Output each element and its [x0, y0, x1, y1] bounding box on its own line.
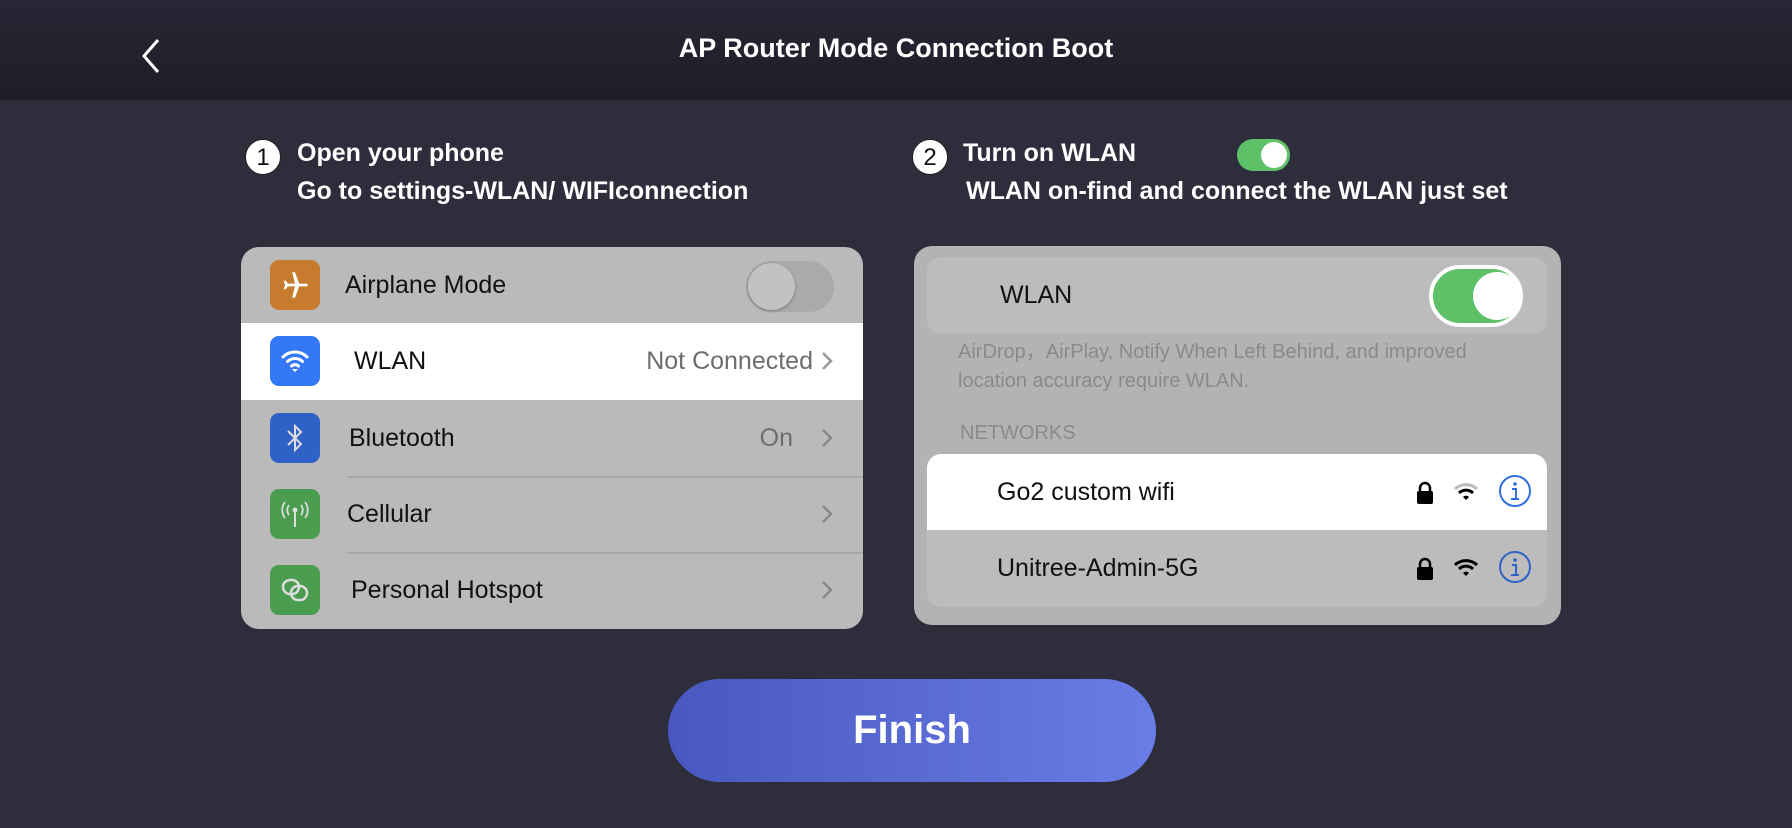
networks-list: Go2 custom wifi Unitree-Admin-5G [927, 454, 1547, 607]
settings-row-airplane-mode[interactable]: Airplane Mode [241, 247, 863, 323]
step2-wlan-toggle[interactable] [1237, 139, 1290, 171]
info-icon[interactable] [1498, 550, 1532, 584]
finish-button[interactable]: Finish [668, 679, 1156, 782]
network-name: Go2 custom wifi [997, 478, 1175, 506]
page-title: AP Router Mode Connection Boot [678, 33, 1114, 63]
settings-label: Bluetooth [349, 424, 455, 452]
settings-row-cellular[interactable]: Cellular [241, 476, 863, 552]
step-number-2: 2 [912, 139, 948, 175]
wlan-toggle[interactable] [1429, 265, 1523, 327]
chevron-right-icon [822, 352, 833, 370]
bluetooth-icon [270, 413, 320, 463]
step1-subtitle: Go to settings-WLAN/ WIFIconnection [297, 177, 749, 205]
wifi-signal-icon [1453, 483, 1479, 500]
settings-row-wlan[interactable]: WLAN Not Connected [241, 323, 863, 400]
step2-subtitle: WLAN on-find and connect the WLAN just s… [966, 177, 1508, 205]
chevron-right-icon [822, 429, 833, 447]
info-icon[interactable] [1498, 474, 1532, 508]
wifi-signal-icon [1453, 559, 1479, 576]
wlan-label: WLAN [1000, 281, 1073, 309]
settings-row-bluetooth[interactable]: Bluetooth On [241, 400, 863, 476]
wlan-settings-panel: WLAN AirDrop，AirPlay, Notify When Left B… [914, 246, 1561, 625]
wlan-note: AirDrop，AirPlay, Notify When Left Behind… [958, 341, 1467, 392]
settings-label: Cellular [347, 500, 432, 528]
step2-title: Turn on WLAN [963, 139, 1137, 167]
step-number-1: 1 [245, 139, 281, 175]
step1-title: Open your phone [297, 139, 504, 167]
network-item[interactable]: Go2 custom wifi [927, 454, 1547, 530]
settings-label: Personal Hotspot [351, 576, 543, 604]
settings-label: WLAN [354, 347, 427, 375]
antenna-icon [270, 489, 320, 539]
wlan-status: Not Connected [646, 347, 813, 375]
chevron-right-icon [822, 505, 833, 523]
lock-icon [1417, 481, 1433, 504]
lock-icon [1417, 557, 1433, 580]
airplane-mode-toggle[interactable] [746, 261, 834, 312]
airplane-icon [270, 260, 320, 310]
network-item[interactable]: Unitree-Admin-5G [927, 530, 1547, 607]
wifi-icon [270, 336, 320, 386]
networks-header: NETWORKS [960, 422, 1076, 444]
hotspot-icon [270, 565, 320, 615]
network-name: Unitree-Admin-5G [997, 554, 1199, 582]
chevron-right-icon [822, 581, 833, 599]
wlan-row: WLAN [927, 257, 1547, 334]
settings-label: Airplane Mode [345, 271, 507, 299]
settings-row-personal-hotspot[interactable]: Personal Hotspot [241, 552, 863, 629]
phone-settings-panel: Airplane Mode WLAN Not Connected Bluetoo… [241, 247, 863, 629]
bluetooth-status: On [759, 424, 793, 452]
